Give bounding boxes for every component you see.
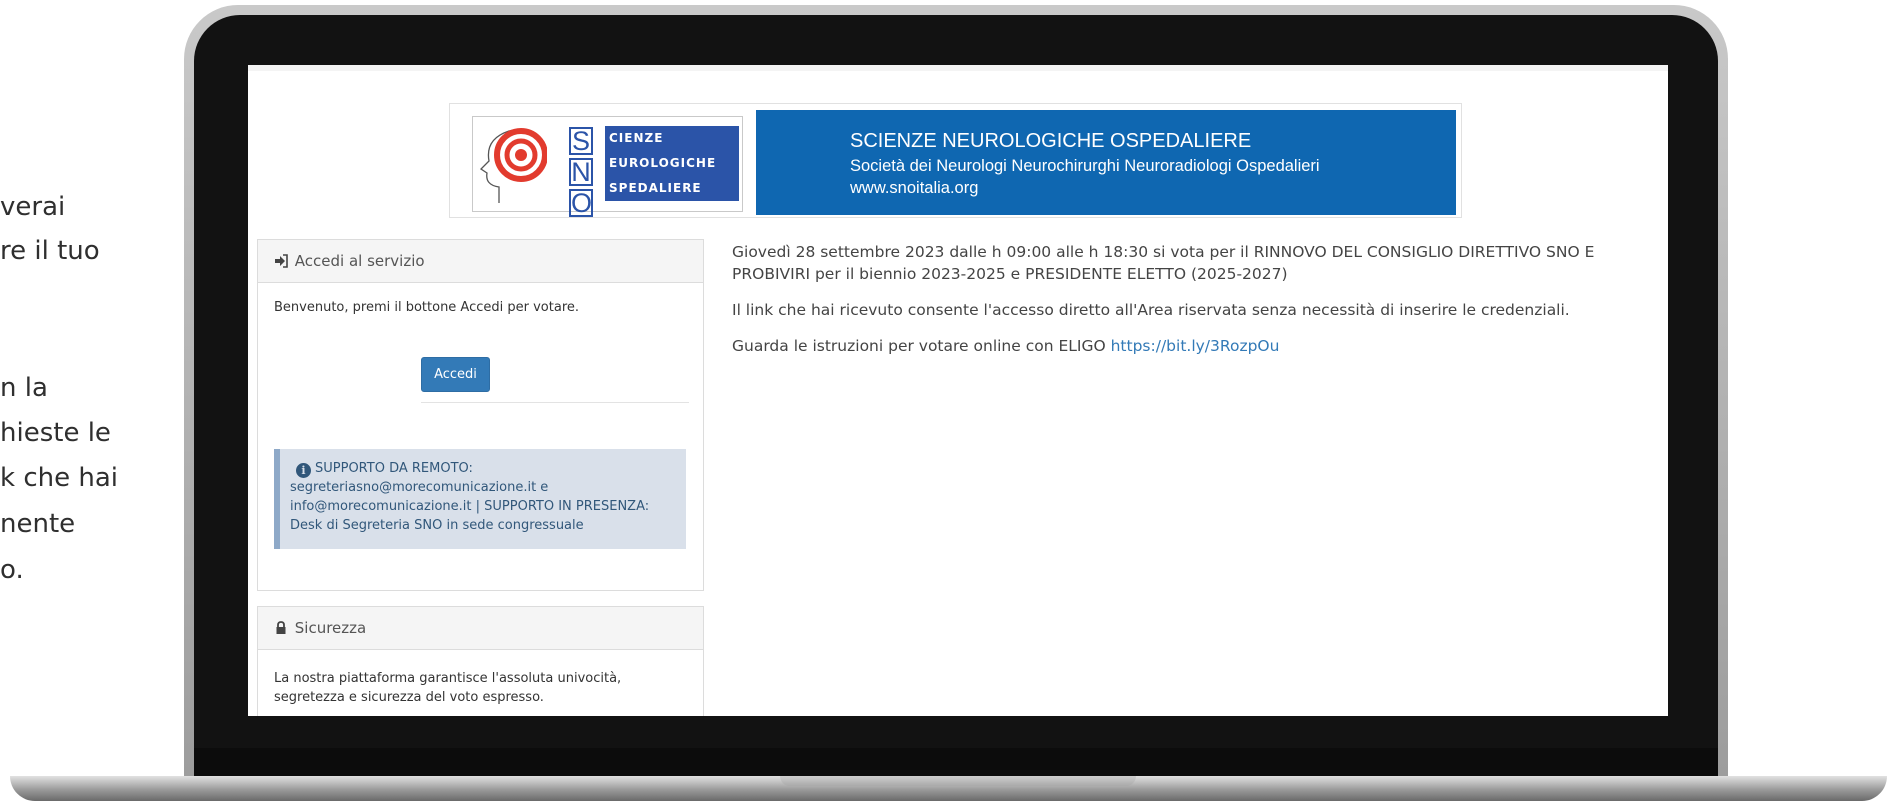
access-info: Il link che hai ricevuto consente l'acce… [732,301,1570,319]
banner-url: www.snoitalia.org [850,179,979,197]
security-panel-title: Sicurezza [294,619,367,637]
support-text: SUPPORTO DA REMOTO: segreteriasno@moreco… [290,461,650,533]
login-panel-title: Accedi al servizio [294,252,425,270]
left-text-line: verai [0,192,66,222]
screen-top-bar [248,65,1668,71]
banner-title: SCIENZE NEUROLOGICHE OSPEDALIERE [850,130,1252,152]
logo-letters: S N O [569,127,599,220]
lock-icon [276,621,286,634]
logo-word: EUROLOGICHE [609,156,717,170]
left-text-line: nente [0,509,76,539]
security-panel-heading: Sicurezza [258,607,703,650]
laptop-screen: S N O CIENZE EUROLOGICHE SPEDALIERE SCIE… [248,65,1668,716]
header-banner: S N O CIENZE EUROLOGICHE SPEDALIERE SCIE… [449,103,1462,218]
left-text-line: n la [0,373,48,403]
vote-announcement: Giovedì 28 settembre 2023 dalle h 09:00 … [732,243,1595,283]
main-content: Giovedì 28 settembre 2023 dalle h 09:00 … [732,241,1632,371]
sign-in-icon [275,254,288,268]
left-description: verai re il tuo n la hieste le k che hai… [0,0,180,803]
security-text: La nostra piattaforma garantisce l'assol… [274,671,622,705]
logo-words: CIENZE EUROLOGICHE SPEDALIERE [605,126,739,201]
login-panel: Accedi al servizio Benvenuto, premi il b… [257,239,704,591]
logo-letter: N [569,158,593,186]
instructions-link[interactable]: https://bit.ly/3RozpOu [1111,337,1280,355]
welcome-text: Benvenuto, premi il bottone Accedi per v… [274,300,580,315]
logo-word: CIENZE [609,131,664,145]
accedi-button[interactable]: Accedi [421,357,490,392]
banner-subtitle: Società dei Neurologi Neurochirurghi Neu… [850,157,1320,175]
left-text-line: o. [0,555,24,585]
left-text-line: hieste le [0,418,111,448]
left-text-line: k che hai [0,463,118,493]
divider [421,402,689,403]
info-icon: i [296,463,311,478]
security-panel: Sicurezza La nostra piattaforma garantis… [257,606,704,716]
left-text-line: re il tuo [0,236,100,266]
logo-letter: S [569,127,593,155]
banner-info: SCIENZE NEUROLOGICHE OSPEDALIERE Società… [756,110,1456,215]
instructions-text: Guarda le istruzioni per votare online c… [732,335,1632,357]
support-alert: i SUPPORTO DA REMOTO: segreteriasno@morec… [274,449,686,549]
laptop-notch [780,776,1136,786]
logo-letter: O [569,188,593,218]
logo-word: SPEDALIERE [609,181,702,195]
instructions-prefix: Guarda le istruzioni per votare online c… [732,337,1111,355]
login-panel-heading: Accedi al servizio [258,240,703,283]
sno-logo: S N O CIENZE EUROLOGICHE SPEDALIERE [472,116,743,217]
head-spiral-icon [479,128,547,203]
